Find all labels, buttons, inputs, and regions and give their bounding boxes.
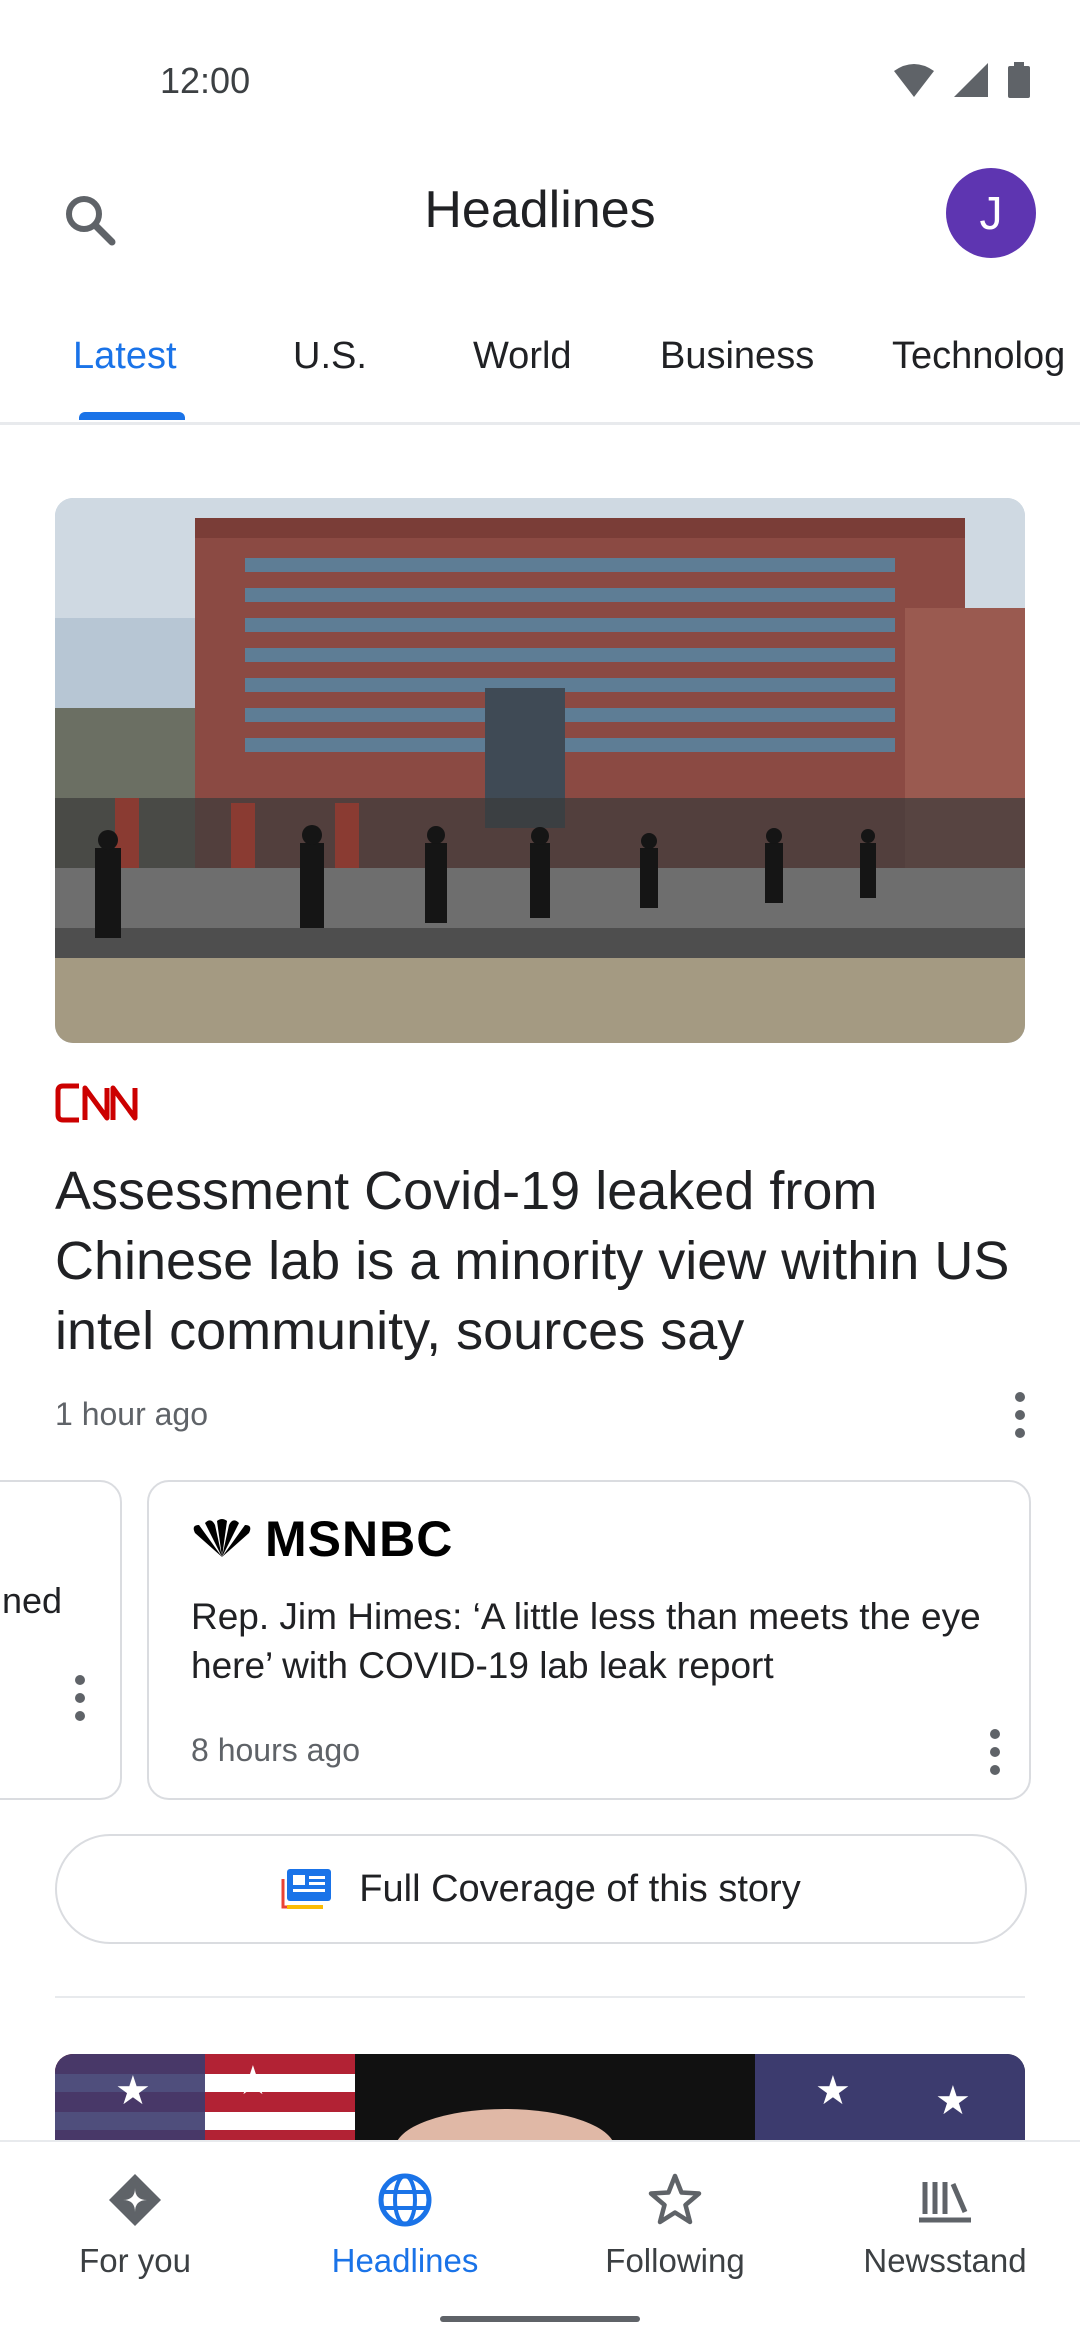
related-card-title: Rep. Jim Himes: ‘A little less than meet… [191,1596,981,1686]
avatar[interactable]: J [946,168,1036,258]
story-headline[interactable]: Assessment Covid-19 leaked from Chinese … [55,1156,1035,1366]
full-coverage-label: Full Coverage of this story [359,1867,801,1910]
msnbc-logo: MSNBC [189,1510,453,1568]
story-timestamp: 1 hour ago [55,1396,209,1432]
next-story-image[interactable]: ★ ★ ★ ★ [55,2054,1025,2144]
tab-latest[interactable]: Latest [73,335,177,378]
more-options-icon[interactable] [60,1668,100,1728]
newsstand-icon [919,2182,971,2223]
nav-newsstand[interactable]: Newsstand [810,2142,1080,2342]
source-name: MSNBC [265,1511,454,1567]
nav-headlines[interactable]: Headlines [270,2142,540,2342]
signal-icon [954,63,988,97]
nav-label: Newsstand [863,2242,1027,2279]
related-card-partial[interactable]: ned [0,1480,122,1800]
battery-icon [1008,62,1030,98]
full-coverage-button[interactable]: Full Coverage of this story [55,1834,1027,1944]
svg-text:★: ★ [815,2068,851,2114]
svg-text:★: ★ [235,2058,271,2104]
active-tab-indicator [79,412,185,420]
divider [55,1996,1025,1998]
full-coverage-icon [281,1869,332,1909]
nav-following[interactable]: Following [540,2142,810,2342]
more-options-icon[interactable] [1000,1385,1040,1445]
tab-technology[interactable]: Technolog [892,335,1065,378]
nav-for-you[interactable]: For you [0,2142,270,2342]
nav-label: Headlines [331,2242,479,2279]
tab-world[interactable]: World [473,335,572,378]
nav-label: For you [79,2242,191,2279]
more-options-icon[interactable] [975,1722,1015,1782]
related-card-msnbc[interactable]: MSNBC Rep. Jim Himes: ‘A little less tha… [147,1480,1031,1800]
nav-label: Following [605,2242,745,2279]
for-you-icon [109,2174,161,2226]
wifi-icon [894,64,934,97]
status-time: 12:00 [160,60,251,101]
cnn-logo[interactable] [55,1080,140,1126]
bottom-navigation: For you Headlines Following Newsstand [0,2140,1080,2342]
home-indicator[interactable] [440,2316,640,2322]
page-title: Headlines [424,181,656,239]
related-card-title: ned [2,1580,63,1621]
tab-business[interactable]: Business [660,335,814,378]
svg-text:★: ★ [115,2068,151,2114]
story-image[interactable] [55,498,1025,1043]
peacock-icon [193,1519,251,1557]
svg-text:★: ★ [935,2078,971,2124]
globe-icon [378,2173,432,2227]
star-icon [648,2173,702,2225]
tab-us[interactable]: U.S. [293,335,367,378]
status-icons [894,62,1030,98]
tab-bar: Latest U.S. World Business Technolog [0,320,1080,425]
related-card-timestamp: 8 hours ago [191,1732,361,1768]
